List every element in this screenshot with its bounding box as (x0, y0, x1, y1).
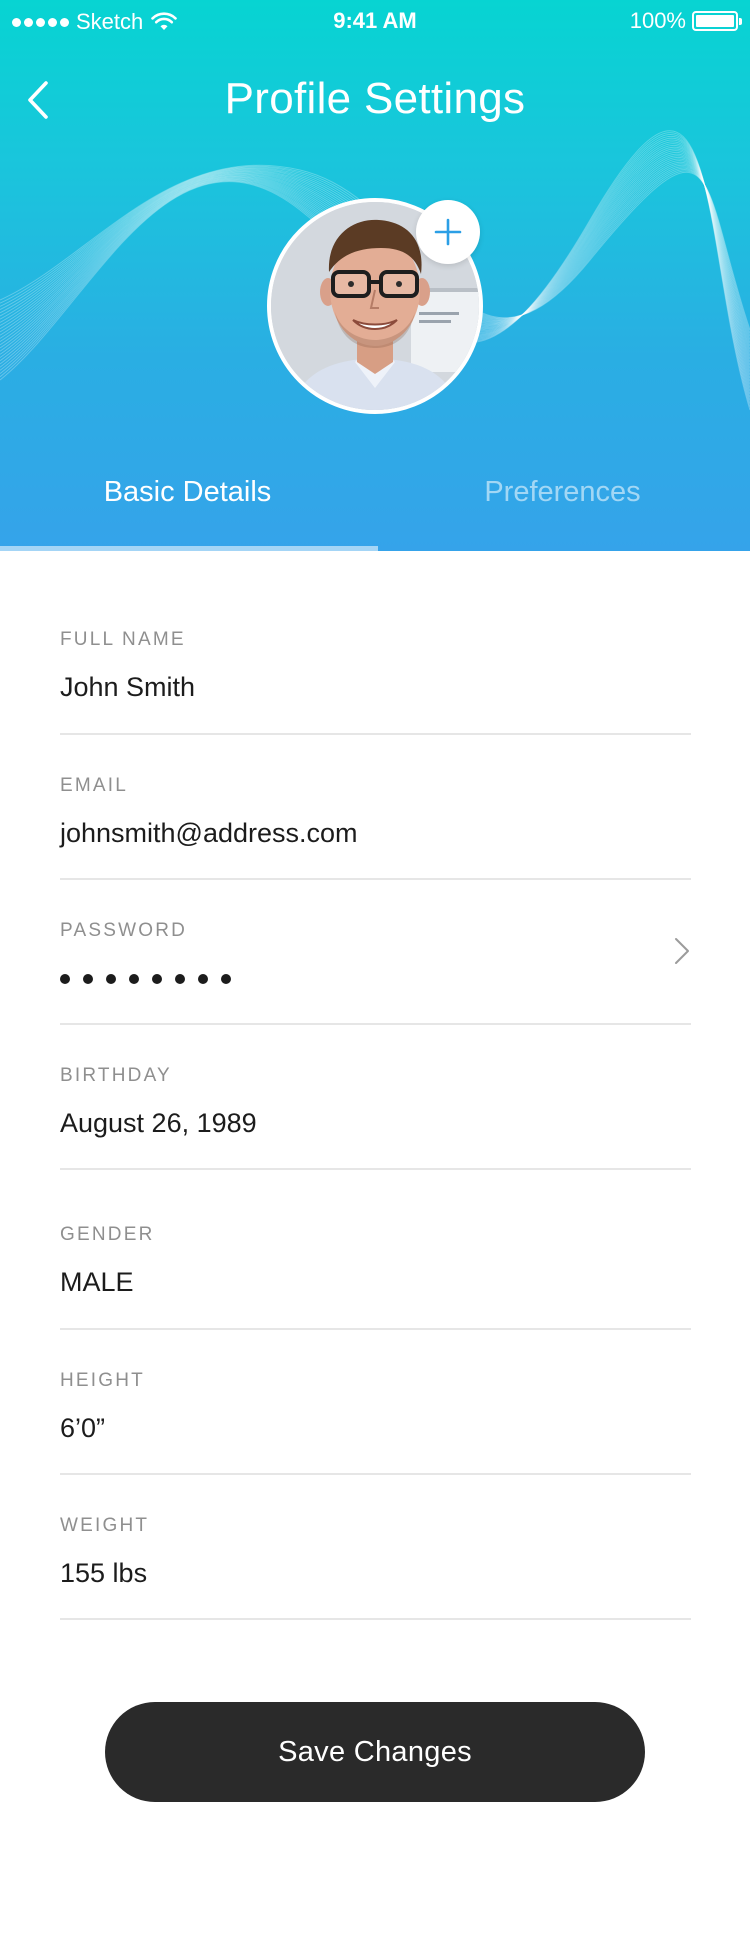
field-label: WEIGHT (60, 1515, 150, 1536)
profile-header: Sketch 9:41 AM 100% Profile Settings Bas… (0, 0, 750, 551)
profile-photo[interactable] (267, 198, 483, 414)
birthday-value[interactable]: August 26, 1989 (60, 1108, 257, 1139)
status-bar: Sketch 9:41 AM 100% (0, 0, 750, 44)
tab-preferences[interactable]: Preferences (375, 470, 750, 551)
height-value[interactable]: 6’0” (60, 1413, 105, 1444)
save-changes-button[interactable]: Save Changes (105, 1702, 645, 1802)
password-masked-value[interactable] (60, 974, 231, 984)
chevron-right-icon[interactable] (673, 936, 691, 966)
full-name-value[interactable]: John Smith (60, 672, 195, 703)
email-field[interactable]: EMAIL johnsmith@address.com (60, 735, 691, 880)
page-title: Profile Settings (224, 74, 526, 123)
full-name-field[interactable]: FULL NAME John Smith (60, 551, 691, 735)
battery-icon (692, 11, 742, 31)
password-field[interactable]: PASSWORD (60, 880, 691, 1025)
email-value[interactable]: johnsmith@address.com (60, 818, 358, 849)
status-bar-right: 100% (629, 8, 742, 34)
weight-field[interactable]: WEIGHT 155 lbs (60, 1475, 691, 1620)
field-label: GENDER (60, 1224, 155, 1245)
field-label: BIRTHDAY (60, 1065, 172, 1086)
weight-value[interactable]: 155 lbs (60, 1558, 147, 1589)
gender-field[interactable]: GENDER MALE (60, 1170, 691, 1330)
tab-basic-details[interactable]: Basic Details (0, 470, 375, 551)
tab-bar: Basic Details Preferences (0, 470, 750, 551)
field-label: PASSWORD (60, 920, 188, 941)
field-label: EMAIL (60, 775, 129, 796)
battery-percentage: 100% (629, 8, 686, 33)
plus-icon (434, 218, 462, 246)
gender-value[interactable]: MALE (60, 1267, 134, 1298)
add-photo-button[interactable] (416, 200, 480, 264)
profile-form: FULL NAME John Smith EMAIL johnsmith@add… (60, 551, 691, 1620)
field-label: HEIGHT (60, 1370, 145, 1391)
height-field[interactable]: HEIGHT 6’0” (60, 1330, 691, 1475)
field-label: FULL NAME (60, 629, 186, 650)
birthday-field[interactable]: BIRTHDAY August 26, 1989 (60, 1025, 691, 1170)
